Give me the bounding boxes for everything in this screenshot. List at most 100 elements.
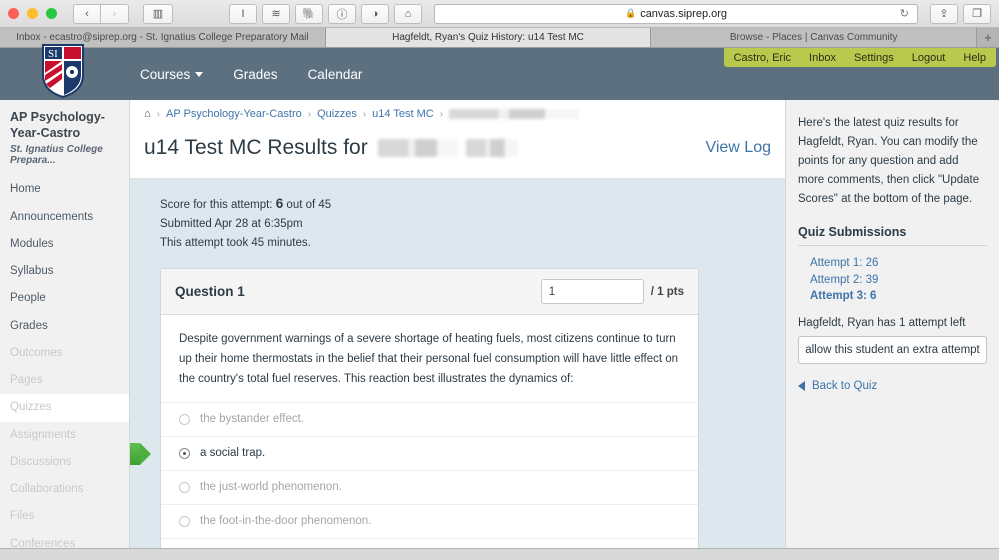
student-name-redacted-2 [465,139,518,157]
score-out-of: out of 45 [286,199,332,211]
zoom-window-button[interactable] [46,8,57,19]
sidebar-item-home[interactable]: Home [0,176,129,203]
attempt-link-1[interactable]: Attempt 1: 26 [810,255,987,272]
back-to-quiz-link[interactable]: Back to Quiz [798,380,987,392]
breadcrumb-sep-1: › [156,108,160,120]
tab-canvas-community[interactable]: Browse - Places | Canvas Community [651,28,978,47]
sidebar-item-syllabus[interactable]: Syllabus [0,258,129,285]
breadcrumb-course[interactable]: AP Psychology-Year-Castro [166,108,302,120]
home-breadcrumb-icon[interactable]: ⌂ [144,108,151,120]
contrast-circle-icon[interactable]: ◑ [361,3,389,24]
results-body: Score for this attempt: 6 out of 45 Subm… [130,179,785,560]
logout-link[interactable]: Logout [912,52,946,64]
user-nav-bar: Castro, Eric Inbox Settings Logout Help [723,48,996,67]
question-score-input[interactable] [540,279,644,305]
page-columns: AP Psychology-Year-Castro St. Ignatius C… [0,100,999,560]
forward-icon[interactable]: › [101,3,129,24]
score-value: 6 [275,196,284,211]
close-window-button[interactable] [8,8,19,19]
quiz-submissions-heading: Quiz Submissions [798,225,987,246]
nav-courses[interactable]: Courses [140,66,204,82]
traffic-lights [8,8,57,19]
sidebar-item-pages[interactable]: Pages [0,367,129,394]
browser-window: ‹ › ▥ I ≋ 🐘 ⓘ ◑ ⌂ 🔒 canvas.siprep.org ↻ … [0,0,999,560]
title-row: u14 Test MC Results for View Log [130,126,785,179]
nav-grades[interactable]: Grades [233,67,277,82]
nav-grades-label: Grades [233,66,278,82]
answer-list: the bystander effect. Correct! a social … [130,401,698,560]
correct-badge: Correct! [130,442,151,465]
layers-icon[interactable]: ≋ [262,3,290,24]
radio-icon[interactable] [179,515,190,527]
score-line: Score for this attempt: 6 out of 45 [160,193,767,215]
sidebar-item-quizzes[interactable]: Quizzes [0,394,129,422]
nav-calendar-label: Calendar [307,66,363,82]
sidebar-item-files[interactable]: Files [0,503,129,530]
sidebar-intro-text: Here's the latest quiz results for Hagfe… [798,117,980,205]
url-value: canvas.siprep.org [640,7,728,20]
question-name: Question 1 [175,284,245,300]
attempts-left-text: Hagfeldt, Ryan has 1 attempt left [798,316,966,329]
question-header: Question 1 / 1 pts [161,269,698,316]
new-tab-icon[interactable]: + [977,28,999,47]
course-title: AP Psychology-Year-Castro [10,110,105,140]
radio-icon[interactable] [179,481,190,493]
score-summary: Score for this attempt: 6 out of 45 Subm… [160,193,767,252]
breadcrumb-sep-4: › [439,108,444,120]
nav-courses-label: Courses [140,66,191,82]
sidebar-toggle-icon[interactable]: ▥ [143,3,173,24]
breadcrumb-quiz[interactable]: u14 Test MC [372,108,434,120]
settings-link[interactable]: Settings [854,52,894,64]
answer-label: the bystander effect. [200,413,304,426]
sidebar-item-announcements[interactable]: Announcements [0,204,129,231]
home-icon[interactable]: ⌂ [394,3,422,24]
view-log-link[interactable]: View Log [705,139,771,157]
evernote-icon[interactable]: 🐘 [295,3,323,24]
back-to-quiz-label: Back to Quiz [812,379,878,392]
tab-quiz-history[interactable]: Hagfeldt, Ryan's Quiz History: u14 Test … [325,28,652,47]
reload-icon[interactable]: ↻ [900,7,909,20]
main-content: ⌂ › AP Psychology-Year-Castro › Quizzes … [130,100,785,560]
show-tabs-icon[interactable]: ❐ [963,3,991,24]
sidebar-item-outcomes[interactable]: Outcomes [0,340,129,367]
global-nav-links: Courses Grades Calendar [140,67,362,82]
page-title: u14 Test MC Results for [144,136,518,160]
attempt-link-2[interactable]: Attempt 2: 39 [810,272,987,289]
question-text: Despite government warnings of a severe … [179,333,679,385]
extra-attempt-button[interactable]: allow this student an extra attempt [798,335,987,364]
sidebar-item-grades[interactable]: Grades [0,313,129,340]
answer-option[interactable]: the just-world phenomenon. [161,469,698,504]
user-name-link[interactable]: Castro, Eric [734,52,791,64]
page-title-text: u14 Test MC Results for [144,136,368,159]
back-icon[interactable]: ‹ [73,3,101,24]
submitted-line: Submitted Apr 28 at 6:35pm [160,218,303,230]
help-link[interactable]: Help [963,52,986,64]
si-crest-logo[interactable]: SI [42,44,84,98]
share-icon[interactable]: ⇪ [930,3,958,24]
minimize-window-button[interactable] [27,8,38,19]
sidebar-item-assignments[interactable]: Assignments [0,422,129,449]
sidebar-item-discussions[interactable]: Discussions [0,449,129,476]
instapaper-icon[interactable]: I [229,3,257,24]
toolbar-right-buttons: ⇪ ❐ [930,3,991,24]
content-header: ⌂ › AP Psychology-Year-Castro › Quizzes … [130,100,785,179]
radio-icon[interactable] [179,447,190,459]
answer-option[interactable]: the bystander effect. [161,401,698,436]
course-nav-sidebar: AP Psychology-Year-Castro St. Ignatius C… [0,100,130,560]
answer-option[interactable]: the foot-in-the-door phenomenon. [161,503,698,538]
sidebar-item-people[interactable]: People [0,285,129,312]
sidebar-item-collaborations[interactable]: Collaborations [0,476,129,503]
nav-calendar[interactable]: Calendar [308,67,363,82]
url-text-wrap: 🔒 canvas.siprep.org [625,8,727,20]
radio-icon[interactable] [179,413,190,425]
quiz-sidebar: Here's the latest quiz results for Hagfe… [785,100,999,560]
sidebar-item-modules[interactable]: Modules [0,231,129,258]
info-circle-icon[interactable]: ⓘ [328,3,356,24]
breadcrumb-quizzes[interactable]: Quizzes [317,108,357,120]
answer-option-selected[interactable]: Correct! a social trap. [130,435,698,470]
tab-bar: Inbox - ecastro@siprep.org - St. Ignatiu… [0,28,999,48]
attempt-link-3[interactable]: Attempt 3: 6 [810,288,987,305]
address-bar[interactable]: 🔒 canvas.siprep.org ↻ [434,3,918,24]
answer-label: a social trap. [200,447,266,460]
inbox-link[interactable]: Inbox [809,52,836,64]
